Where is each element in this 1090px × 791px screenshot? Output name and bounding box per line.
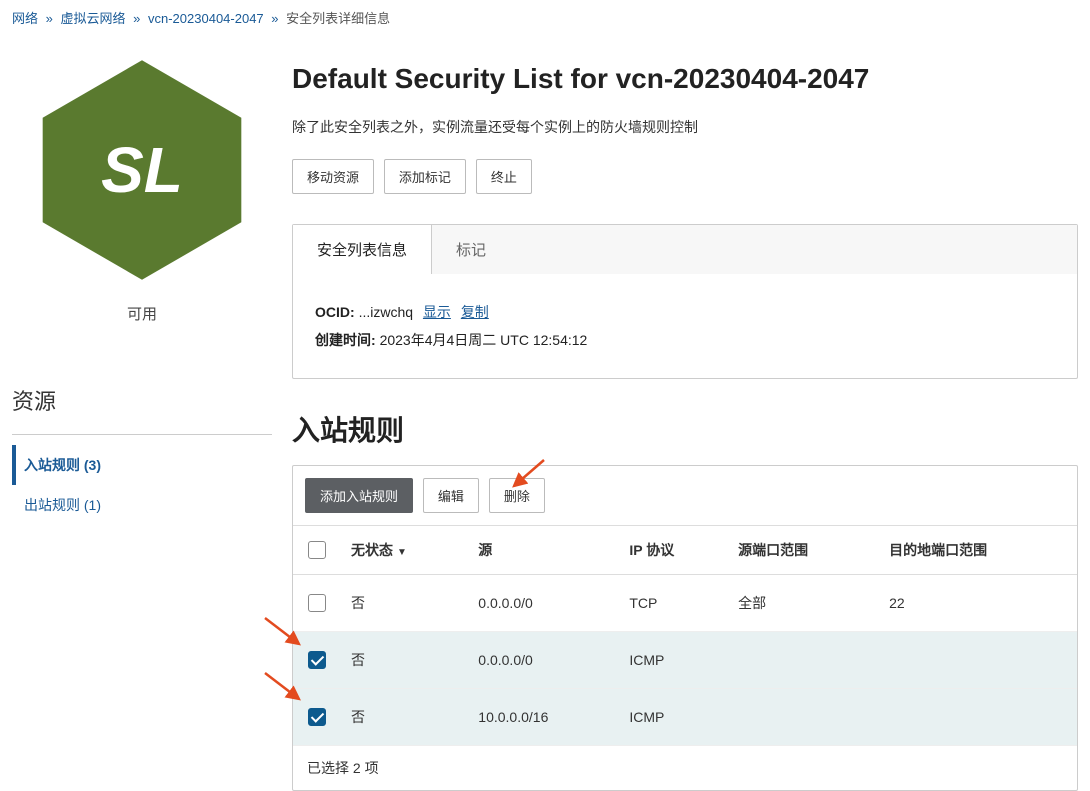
ocid-value: ...izwchq [359,304,413,320]
breadcrumb-sep: » [133,11,140,26]
breadcrumb: 网络 » 虚拟云网络 » vcn-20230404-2047 » 安全列表详细信… [0,0,1090,35]
resource-badge: SL [37,55,247,285]
terminate-button[interactable]: 终止 [476,159,532,194]
status-label: 可用 [12,303,272,324]
col-stateless[interactable]: 无状态▼ [341,526,468,575]
breadcrumb-link-vcn[interactable]: 虚拟云网络 [61,11,126,26]
cell-stateless: 否 [341,689,468,746]
table-row[interactable]: 否10.0.0.0/16ICMP [293,689,1077,746]
cell-source: 10.0.0.0/16 [468,689,619,746]
cell-srcport [728,632,879,689]
move-resource-button[interactable]: 移动资源 [292,159,374,194]
ocid-show-link[interactable]: 显示 [423,304,451,320]
cell-srcport [728,689,879,746]
breadcrumb-link-network[interactable]: 网络 [12,11,38,26]
rules-table: 无状态▼ 源 IP 协议 源端口范围 目的地端口范围 否0.0.0.0/0TCP… [293,525,1077,746]
table-row[interactable]: 否0.0.0.0/0TCP全部22 [293,575,1077,632]
breadcrumb-link-vcnid[interactable]: vcn-20230404-2047 [148,11,264,26]
badge-text: SL [101,133,183,207]
page-description: 除了此安全列表之外，实例流量还受每个实例上的防火墙规则控制 [292,117,1078,137]
cell-dstport [879,689,1077,746]
ocid-copy-link[interactable]: 复制 [461,304,489,320]
action-buttons: 移动资源 添加标记 终止 [292,159,1078,194]
breadcrumb-current: 安全列表详细信息 [286,11,390,26]
add-tag-button[interactable]: 添加标记 [384,159,466,194]
cell-stateless: 否 [341,575,468,632]
resources-heading: 资源 [12,384,272,435]
cell-protocol: TCP [619,575,728,632]
row-checkbox[interactable] [308,594,326,612]
created-label: 创建时间: [315,332,376,348]
cell-protocol: ICMP [619,689,728,746]
col-src-port[interactable]: 源端口范围 [728,526,879,575]
breadcrumb-sep: » [46,11,53,26]
ingress-title: 入站规则 [292,409,1078,449]
select-all-checkbox[interactable] [308,541,326,559]
page-title: Default Security List for vcn-20230404-2… [292,63,1078,95]
selection-info: 已选择 2 项 [293,746,1077,790]
tab-body: OCID: ...izwchq 显示 复制 创建时间: 2023年4月4日周二 … [293,274,1077,378]
tab-header: 安全列表信息 标记 [293,225,1077,274]
sidebar-item-ingress[interactable]: 入站规则 (3) [12,445,272,485]
col-protocol[interactable]: IP 协议 [619,526,728,575]
rules-panel: 添加入站规则 编辑 删除 无状态▼ 源 IP 协议 源 [292,465,1078,791]
delete-rule-button[interactable]: 删除 [489,478,545,513]
tab-tags[interactable]: 标记 [432,225,510,274]
cell-dstport [879,632,1077,689]
cell-dstport: 22 [879,575,1077,632]
col-source[interactable]: 源 [468,526,619,575]
row-checkbox[interactable] [308,651,326,669]
cell-srcport: 全部 [728,575,879,632]
ocid-label: OCID: [315,304,355,320]
edit-rule-button[interactable]: 编辑 [423,478,479,513]
row-checkbox[interactable] [308,708,326,726]
breadcrumb-sep: » [271,11,278,26]
table-row[interactable]: 否0.0.0.0/0ICMP [293,632,1077,689]
sidebar-item-egress[interactable]: 出站规则 (1) [12,485,272,525]
cell-protocol: ICMP [619,632,728,689]
add-ingress-rule-button[interactable]: 添加入站规则 [305,478,413,513]
caret-down-icon: ▼ [397,547,407,558]
cell-stateless: 否 [341,632,468,689]
col-dst-port[interactable]: 目的地端口范围 [879,526,1077,575]
tab-security-info[interactable]: 安全列表信息 [293,225,432,274]
created-value: 2023年4月4日周二 UTC 12:54:12 [380,332,588,348]
cell-source: 0.0.0.0/0 [468,575,619,632]
cell-source: 0.0.0.0/0 [468,632,619,689]
